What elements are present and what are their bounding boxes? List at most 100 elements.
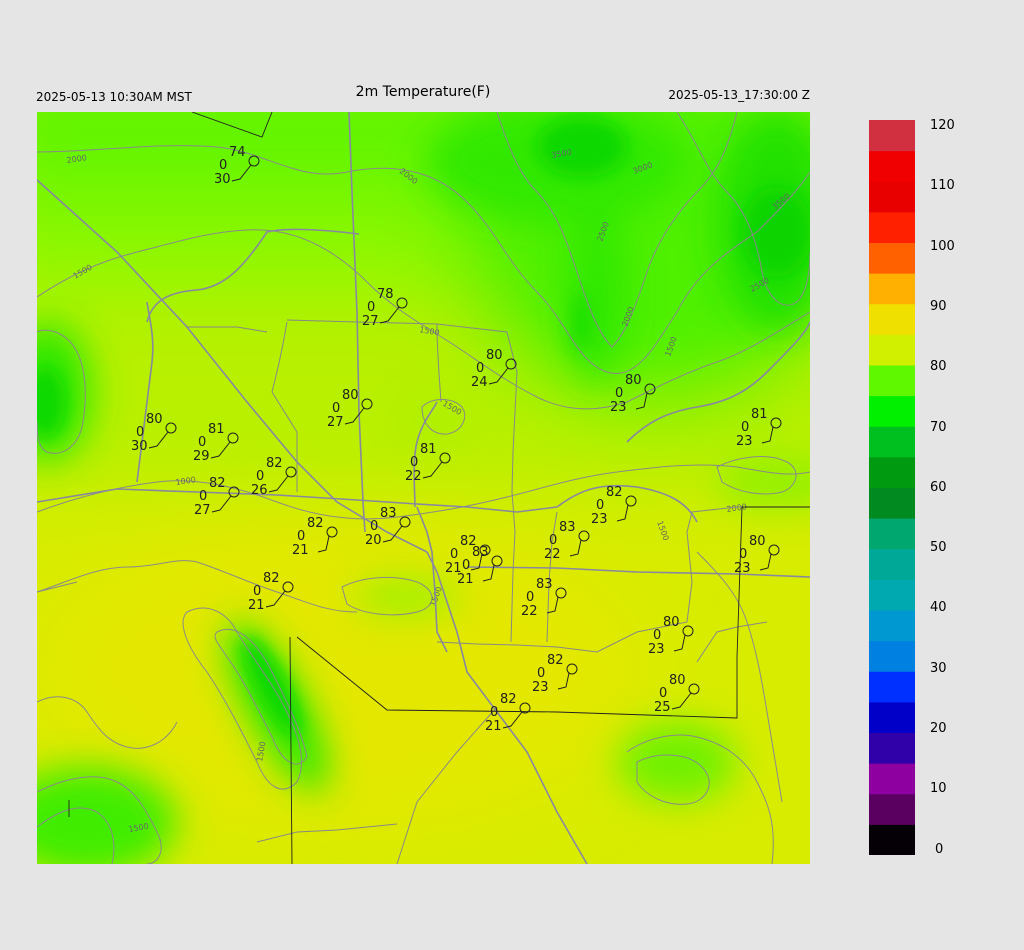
station-temperature: 80 xyxy=(625,373,642,388)
station-visibility: 0 xyxy=(253,584,261,599)
station-temperature: 82 xyxy=(209,476,226,491)
colorbar-band xyxy=(869,625,915,642)
station-temperature: 80 xyxy=(663,615,680,630)
colorbar-label: 40 xyxy=(930,600,947,616)
station-dewpoint: 27 xyxy=(194,503,211,518)
colorbar-band xyxy=(869,564,915,580)
station-dewpoint: 23 xyxy=(648,642,665,657)
colorbar-band xyxy=(869,135,915,152)
station-dewpoint: 22 xyxy=(405,469,422,484)
colorbar-label: 60 xyxy=(930,479,947,495)
station-visibility: 0 xyxy=(199,489,207,504)
colorbar-band xyxy=(869,809,915,825)
station-dewpoint: 26 xyxy=(251,483,268,498)
colorbar-band xyxy=(869,548,915,565)
colorbar-band xyxy=(869,594,915,611)
station-visibility: 0 xyxy=(297,529,305,544)
colorbar-band xyxy=(869,181,915,198)
colorbar-label: 110 xyxy=(930,178,955,194)
station-dewpoint: 27 xyxy=(327,415,344,430)
station-visibility: 0 xyxy=(659,686,667,701)
station-temperature: 80 xyxy=(749,534,766,549)
station-visibility: 0 xyxy=(476,361,484,376)
station-temperature: 78 xyxy=(377,287,394,302)
station-visibility: 0 xyxy=(741,420,749,435)
colorbar-band xyxy=(869,732,915,749)
station-temperature: 81 xyxy=(751,407,768,422)
station-visibility: 0 xyxy=(136,425,144,440)
station-temperature: 83 xyxy=(559,520,576,535)
station-dewpoint: 27 xyxy=(362,314,379,329)
station-dewpoint: 23 xyxy=(610,400,627,415)
station-temperature: 81 xyxy=(208,422,225,437)
colorbar-band xyxy=(869,319,915,335)
colorbar-band xyxy=(869,640,915,657)
station-dewpoint: 21 xyxy=(248,598,265,613)
colorbar-band xyxy=(869,227,915,243)
colorbar-band xyxy=(869,824,915,841)
colorbar-band xyxy=(869,196,915,213)
station-temperature: 83 xyxy=(380,506,397,521)
temperature-map[interactable]: 2000 1500 2000 3500 3000 2500 2000 1500 … xyxy=(37,112,810,864)
station-dewpoint: 24 xyxy=(471,375,488,390)
station-visibility: 0 xyxy=(450,547,458,562)
colorbar-band xyxy=(869,380,915,397)
station-dewpoint: 23 xyxy=(734,561,751,576)
station-visibility: 0 xyxy=(332,401,340,416)
colorbar-band xyxy=(869,120,915,136)
colorbar-label: 50 xyxy=(930,540,947,556)
station-dewpoint: 20 xyxy=(365,533,382,548)
station-dewpoint: 30 xyxy=(131,439,148,454)
colorbar-label: 70 xyxy=(930,419,947,435)
colorbar-band xyxy=(869,671,915,688)
station-temperature: 80 xyxy=(486,348,503,363)
colorbar-label: 20 xyxy=(930,721,947,736)
station-temperature: 82 xyxy=(500,692,517,707)
station-temperature: 82 xyxy=(263,571,280,586)
colorbar-band xyxy=(869,472,915,488)
station-visibility: 0 xyxy=(198,435,206,450)
colorbar-band xyxy=(869,793,915,810)
colorbar-band xyxy=(869,242,915,259)
colorbar-band xyxy=(869,334,915,351)
colorbar-label: 120 xyxy=(930,118,955,133)
station-temperature: 82 xyxy=(606,485,623,500)
colorbar-band xyxy=(869,273,915,289)
station-visibility: 0 xyxy=(739,547,747,562)
colorbar-band xyxy=(869,303,915,320)
station-temperature: 74 xyxy=(229,145,246,160)
station-dewpoint: 22 xyxy=(544,547,561,562)
temperature-colorbar xyxy=(869,120,915,856)
station-dewpoint: 23 xyxy=(591,512,608,527)
station-visibility: 0 xyxy=(596,498,604,513)
colorbar-band xyxy=(869,717,915,733)
colorbar-band xyxy=(869,533,915,550)
station-temperature: 82 xyxy=(460,534,477,549)
colorbar-band xyxy=(869,655,915,672)
station-dewpoint: 21 xyxy=(485,719,502,734)
station-dewpoint: 21 xyxy=(445,561,462,576)
colorbar-band xyxy=(869,395,915,412)
station-visibility: 0 xyxy=(615,386,623,401)
station-visibility: 0 xyxy=(526,590,534,605)
colorbar-band xyxy=(869,150,915,167)
colorbar-band xyxy=(869,686,915,703)
colorbar-band xyxy=(869,456,915,473)
colorbar-band xyxy=(869,288,915,305)
station-visibility: 0 xyxy=(462,558,470,573)
colorbar-band xyxy=(869,211,915,228)
colorbar-label: 80 xyxy=(930,359,947,375)
station-visibility: 0 xyxy=(410,455,418,470)
station-temperature: 82 xyxy=(547,653,564,668)
colorbar-label: 100 xyxy=(930,238,955,254)
colorbar-band xyxy=(869,747,915,764)
colorbar-band xyxy=(869,441,915,458)
station-temperature: 80 xyxy=(342,388,359,403)
station-dewpoint: 23 xyxy=(736,434,753,449)
station-temperature: 80 xyxy=(146,412,163,427)
station-dewpoint: 30 xyxy=(214,172,231,187)
utc-time: 2025-05-13_17:30:00 Z xyxy=(668,88,810,102)
station-temperature: 80 xyxy=(669,673,686,688)
station-dewpoint: 21 xyxy=(292,543,309,558)
colorbar-label: 0 xyxy=(935,841,944,857)
